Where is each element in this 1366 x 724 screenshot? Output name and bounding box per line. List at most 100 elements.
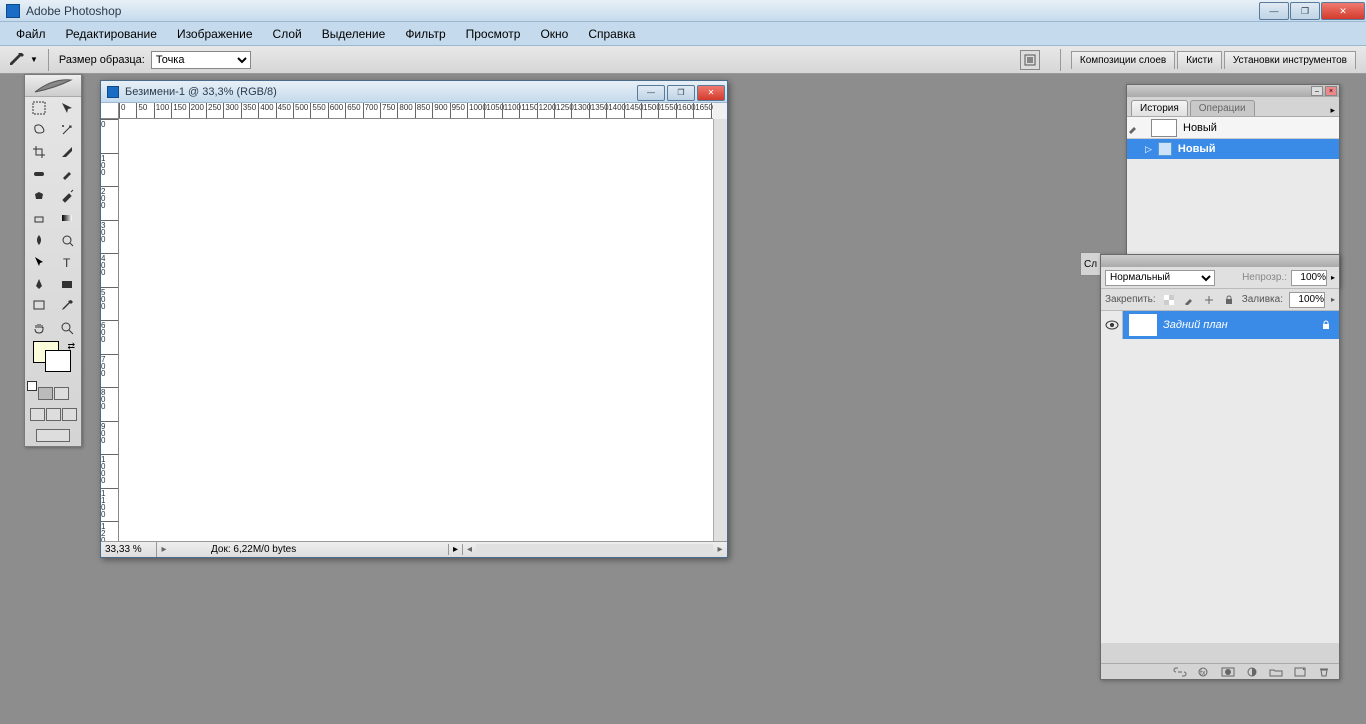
path-selection-tool[interactable]: [25, 251, 53, 273]
slice-tool[interactable]: [53, 141, 81, 163]
pen-tool[interactable]: [25, 273, 53, 295]
screen-mode-maximized[interactable]: [46, 408, 61, 421]
fill-input[interactable]: [1289, 292, 1325, 308]
adjustment-layer-icon[interactable]: [1243, 666, 1261, 678]
clone-stamp-tool[interactable]: [25, 185, 53, 207]
lock-image-icon[interactable]: [1182, 293, 1196, 307]
menu-file[interactable]: Файл: [6, 23, 56, 45]
move-tool[interactable]: [53, 97, 81, 119]
vertical-scrollbar[interactable]: [713, 119, 727, 541]
palette-tab-brushes[interactable]: Кисти: [1177, 51, 1222, 69]
sample-size-select[interactable]: Точка: [151, 51, 251, 69]
crop-tool[interactable]: [25, 141, 53, 163]
screen-mode-full[interactable]: [62, 408, 77, 421]
history-snapshot-row[interactable]: Новый: [1127, 117, 1339, 139]
palette-tab-tool-presets[interactable]: Установки инструментов: [1224, 51, 1356, 69]
magic-wand-tool[interactable]: [53, 119, 81, 141]
eraser-tool[interactable]: [25, 207, 53, 229]
history-brush-tool[interactable]: [53, 185, 81, 207]
lasso-tool[interactable]: [25, 119, 53, 141]
opacity-input[interactable]: [1291, 270, 1327, 286]
layers-panel-titlebar[interactable]: [1101, 255, 1339, 267]
layer-thumbnail[interactable]: [1129, 314, 1157, 336]
dodge-tool[interactable]: [53, 229, 81, 251]
link-layers-icon[interactable]: [1171, 666, 1189, 678]
history-panel-titlebar[interactable]: – ×: [1127, 85, 1339, 97]
hand-tool[interactable]: [25, 317, 53, 339]
notes-tool[interactable]: [25, 295, 53, 317]
blend-mode-select[interactable]: Нормальный: [1105, 270, 1215, 286]
layer-name[interactable]: Задний план: [1163, 319, 1228, 331]
jump-to-imageready-button[interactable]: [36, 429, 70, 442]
hscroll-left-icon[interactable]: ◂: [462, 544, 476, 555]
document-minimize-button[interactable]: —: [637, 85, 665, 101]
delete-layer-icon[interactable]: [1315, 666, 1333, 678]
menu-filter[interactable]: Фильтр: [395, 23, 455, 45]
new-layer-icon[interactable]: [1291, 666, 1309, 678]
panel-minimize-icon[interactable]: –: [1311, 86, 1323, 96]
opacity-slider-icon[interactable]: ▸: [1331, 273, 1335, 282]
document-maximize-button[interactable]: ❐: [667, 85, 695, 101]
default-colors-icon[interactable]: [27, 381, 37, 391]
menu-help[interactable]: Справка: [578, 23, 645, 45]
background-color-swatch[interactable]: [45, 350, 71, 372]
layer-mask-icon[interactable]: [1219, 666, 1237, 678]
layer-visibility-icon[interactable]: [1101, 311, 1123, 339]
eyedropper-tool[interactable]: [53, 295, 81, 317]
lock-position-icon[interactable]: [1202, 293, 1216, 307]
window-maximize-button[interactable]: ❐: [1290, 2, 1320, 20]
window-close-button[interactable]: ✕: [1321, 2, 1365, 20]
zoom-tool[interactable]: [53, 317, 81, 339]
status-menu-icon[interactable]: ▸: [157, 544, 171, 555]
ruler-origin[interactable]: [101, 103, 119, 119]
panel-menu-icon[interactable]: ▸: [1330, 105, 1335, 116]
lock-all-icon[interactable]: [1222, 293, 1236, 307]
screen-mode-standard[interactable]: [30, 408, 45, 421]
history-state-row[interactable]: ▷ Новый: [1127, 139, 1339, 159]
menu-edit[interactable]: Редактирование: [56, 23, 167, 45]
brush-tool[interactable]: [53, 163, 81, 185]
document-info[interactable]: Док: 6,22M/0 bytes: [171, 544, 448, 555]
healing-brush-tool[interactable]: [25, 163, 53, 185]
fill-slider-icon[interactable]: ▸: [1331, 295, 1335, 304]
tab-actions[interactable]: Операции: [1190, 100, 1255, 116]
window-minimize-button[interactable]: —: [1259, 2, 1289, 20]
horizontal-scrollbar[interactable]: [476, 544, 713, 556]
swap-colors-icon[interactable]: ⇄: [67, 341, 75, 352]
lock-transparency-icon[interactable]: [1162, 293, 1176, 307]
panel-close-icon[interactable]: ×: [1325, 86, 1337, 96]
chevron-down-icon[interactable]: ▼: [30, 55, 38, 64]
eyedropper-icon[interactable]: [8, 51, 26, 69]
palette-well-button[interactable]: [1020, 50, 1040, 70]
menu-image[interactable]: Изображение: [167, 23, 263, 45]
history-brush-source-icon[interactable]: [1127, 122, 1145, 134]
menu-layer[interactable]: Слой: [263, 23, 312, 45]
menu-view[interactable]: Просмотр: [456, 23, 531, 45]
blur-tool[interactable]: [25, 229, 53, 251]
menu-window[interactable]: Окно: [530, 23, 578, 45]
document-titlebar[interactable]: Безимени-1 @ 33,3% (RGB/8) — ❐ ✕: [101, 81, 727, 103]
menu-bar: Файл Редактирование Изображение Слой Выд…: [0, 22, 1366, 46]
gradient-tool[interactable]: [53, 207, 81, 229]
tab-history[interactable]: История: [1131, 100, 1188, 116]
opacity-label: Непрозр.:: [1242, 272, 1287, 283]
canvas[interactable]: [119, 119, 713, 541]
layer-style-icon[interactable]: fx: [1195, 666, 1213, 678]
type-tool[interactable]: T: [53, 251, 81, 273]
marquee-tool[interactable]: [25, 97, 53, 119]
menu-select[interactable]: Выделение: [312, 23, 396, 45]
hscroll-right-icon[interactable]: ▸: [713, 544, 727, 555]
quick-mask-button[interactable]: [54, 387, 69, 400]
palette-tab-layer-comps[interactable]: Композиции слоев: [1071, 51, 1175, 69]
layers-collapsed-tab[interactable]: Сл: [1080, 252, 1100, 276]
document-close-button[interactable]: ✕: [697, 85, 725, 101]
shape-tool[interactable]: [53, 273, 81, 295]
vertical-ruler[interactable]: 0100200300400500600700800900100011001200: [101, 119, 119, 541]
new-group-icon[interactable]: [1267, 666, 1285, 678]
standard-mode-button[interactable]: [38, 387, 53, 400]
horizontal-ruler[interactable]: 0501001502002503003504004505005506006507…: [119, 103, 713, 119]
layer-row[interactable]: Задний план: [1101, 311, 1339, 339]
toolbox-header[interactable]: [25, 75, 81, 97]
status-popup-icon[interactable]: ▸: [448, 544, 462, 555]
zoom-field[interactable]: 33,33 %: [101, 542, 157, 557]
